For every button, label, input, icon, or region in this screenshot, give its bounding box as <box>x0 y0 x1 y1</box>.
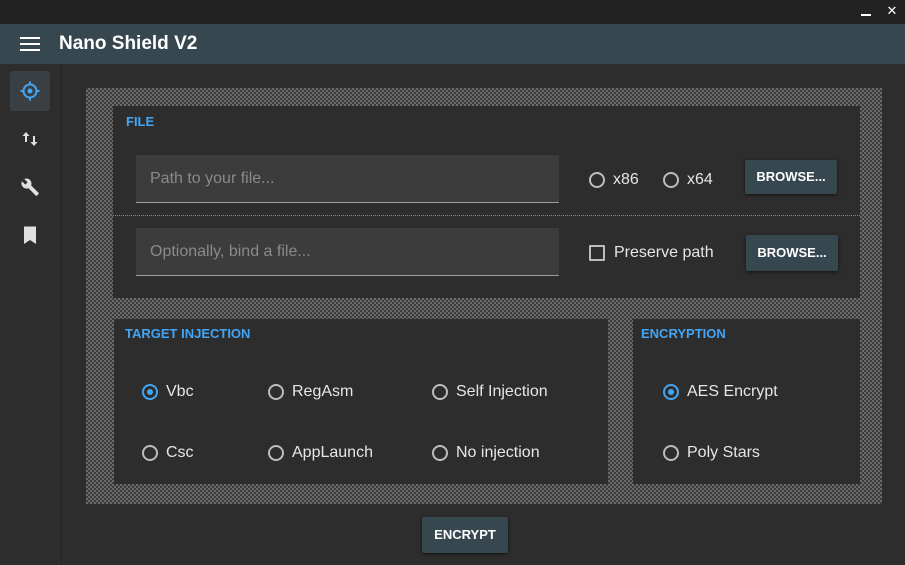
swap-vertical-icon <box>22 132 38 146</box>
injection-none-radio[interactable]: No injection <box>432 444 540 462</box>
bind-file-input[interactable]: Optionally, bind a file... <box>136 228 559 276</box>
radio-circle <box>142 384 158 400</box>
arch-x86-label: x86 <box>613 171 639 188</box>
window-titlebar: ✕ <box>0 0 905 24</box>
radio-circle <box>142 445 158 461</box>
browse-bind-button[interactable]: BROWSE... <box>746 235 838 271</box>
encryption-aes-label: AES Encrypt <box>687 383 778 400</box>
injection-self-label: Self Injection <box>456 383 548 400</box>
encryption-aes-radio[interactable]: AES Encrypt <box>663 383 778 401</box>
nav-item-bookmarks[interactable] <box>10 215 50 255</box>
radio-circle <box>663 445 679 461</box>
browse-file-button[interactable]: BROWSE... <box>745 160 837 194</box>
wrench-icon <box>21 178 39 196</box>
app-title: Nano Shield V2 <box>59 33 198 54</box>
arch-x86-radio[interactable]: x86 <box>589 171 639 189</box>
radio-circle <box>432 445 448 461</box>
file-section-title: FILE <box>126 114 155 129</box>
bookmark-icon <box>24 226 36 244</box>
encryption-poly-label: Poly Stars <box>687 444 760 461</box>
encrypt-button[interactable]: ENCRYPT <box>422 517 508 553</box>
app-bar: Nano Shield V2 <box>0 24 905 64</box>
radio-circle <box>589 172 605 188</box>
encryption-poly-radio[interactable]: Poly Stars <box>663 444 760 462</box>
injection-regasm-label: RegAsm <box>292 383 354 400</box>
crosshair-icon <box>20 81 40 101</box>
injection-vbc-label: Vbc <box>166 383 194 400</box>
preserve-path-label: Preserve path <box>614 244 714 261</box>
sidebar <box>0 64 62 565</box>
close-icon[interactable]: ✕ <box>882 2 902 22</box>
preserve-path-checkbox[interactable]: Preserve path <box>589 244 714 262</box>
arch-x64-radio[interactable]: x64 <box>663 171 713 189</box>
injection-vbc-radio[interactable]: Vbc <box>142 383 194 401</box>
nav-item-tools[interactable] <box>10 167 50 207</box>
injection-csc-label: Csc <box>166 444 194 461</box>
injection-csc-radio[interactable]: Csc <box>142 444 194 462</box>
checkbox-box <box>589 245 605 261</box>
injection-none-label: No injection <box>456 444 540 461</box>
radio-circle <box>663 172 679 188</box>
nav-item-build[interactable] <box>10 71 50 111</box>
radio-circle <box>268 384 284 400</box>
radio-circle <box>268 445 284 461</box>
encryption-section-title: ENCRYPTION <box>641 326 726 341</box>
injection-applaunch-radio[interactable]: AppLaunch <box>268 444 373 462</box>
file-path-input[interactable]: Path to your file... <box>136 155 559 203</box>
minimize-icon[interactable] <box>856 2 876 22</box>
injection-self-radio[interactable]: Self Injection <box>432 383 548 401</box>
injection-section-title: TARGET INJECTION <box>125 326 251 341</box>
nav-item-transfer[interactable] <box>10 119 50 159</box>
arch-x64-label: x64 <box>687 171 713 188</box>
hamburger-icon[interactable] <box>20 36 40 52</box>
radio-circle <box>432 384 448 400</box>
file-divider <box>113 215 860 217</box>
injection-regasm-radio[interactable]: RegAsm <box>268 383 353 401</box>
radio-circle <box>663 384 679 400</box>
injection-applaunch-label: AppLaunch <box>292 444 373 461</box>
